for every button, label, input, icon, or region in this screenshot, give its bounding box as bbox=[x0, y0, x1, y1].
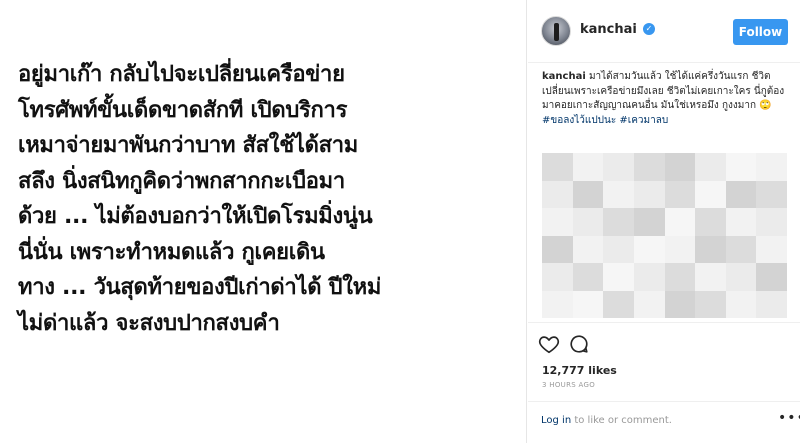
follow-button[interactable]: Follow bbox=[733, 19, 788, 45]
avatar[interactable] bbox=[541, 16, 571, 46]
actions-divider bbox=[528, 322, 800, 324]
post-image: อยู่มาเก๊า กลับไปจะเปลี่ยนเครือข่าย โทรศ… bbox=[0, 0, 527, 443]
pixelated-comments bbox=[542, 153, 787, 318]
post-timestamp[interactable]: 3 HOURS AGO bbox=[542, 381, 595, 389]
caption: kanchai มาได้สามวันแล้ว ใช้ได้แค่ครึ่งวั… bbox=[542, 70, 792, 128]
likes-count[interactable]: 12,777 likes bbox=[542, 364, 617, 377]
username-link[interactable]: kanchai bbox=[580, 22, 637, 37]
login-link[interactable]: Log in bbox=[541, 415, 571, 426]
heart-icon[interactable] bbox=[538, 333, 560, 355]
caption-username-link[interactable]: kanchai bbox=[542, 71, 586, 82]
caption-hashtags[interactable]: #ขอลงไว้แปปนะ #เควมาลบ bbox=[542, 115, 668, 126]
more-options-icon[interactable]: ••• bbox=[778, 410, 800, 426]
comment-bar: Log in to like or comment. ••• bbox=[528, 401, 800, 443]
login-prompt-suffix: to like or comment. bbox=[571, 415, 672, 426]
login-prompt: Log in to like or comment. bbox=[541, 415, 672, 426]
post-header: kanchai ✓ Follow bbox=[528, 0, 800, 63]
emoji-icon: 🙄 bbox=[759, 100, 772, 111]
avatar-figure bbox=[554, 23, 559, 41]
verified-badge-icon: ✓ bbox=[643, 23, 655, 35]
post-sidebar: kanchai ✓ Follow kanchai มาได้สามวันแล้ว… bbox=[528, 0, 800, 443]
comment-icon[interactable] bbox=[568, 333, 590, 355]
post-image-text: อยู่มาเก๊า กลับไปจะเปลี่ยนเครือข่าย โทรศ… bbox=[18, 62, 382, 336]
